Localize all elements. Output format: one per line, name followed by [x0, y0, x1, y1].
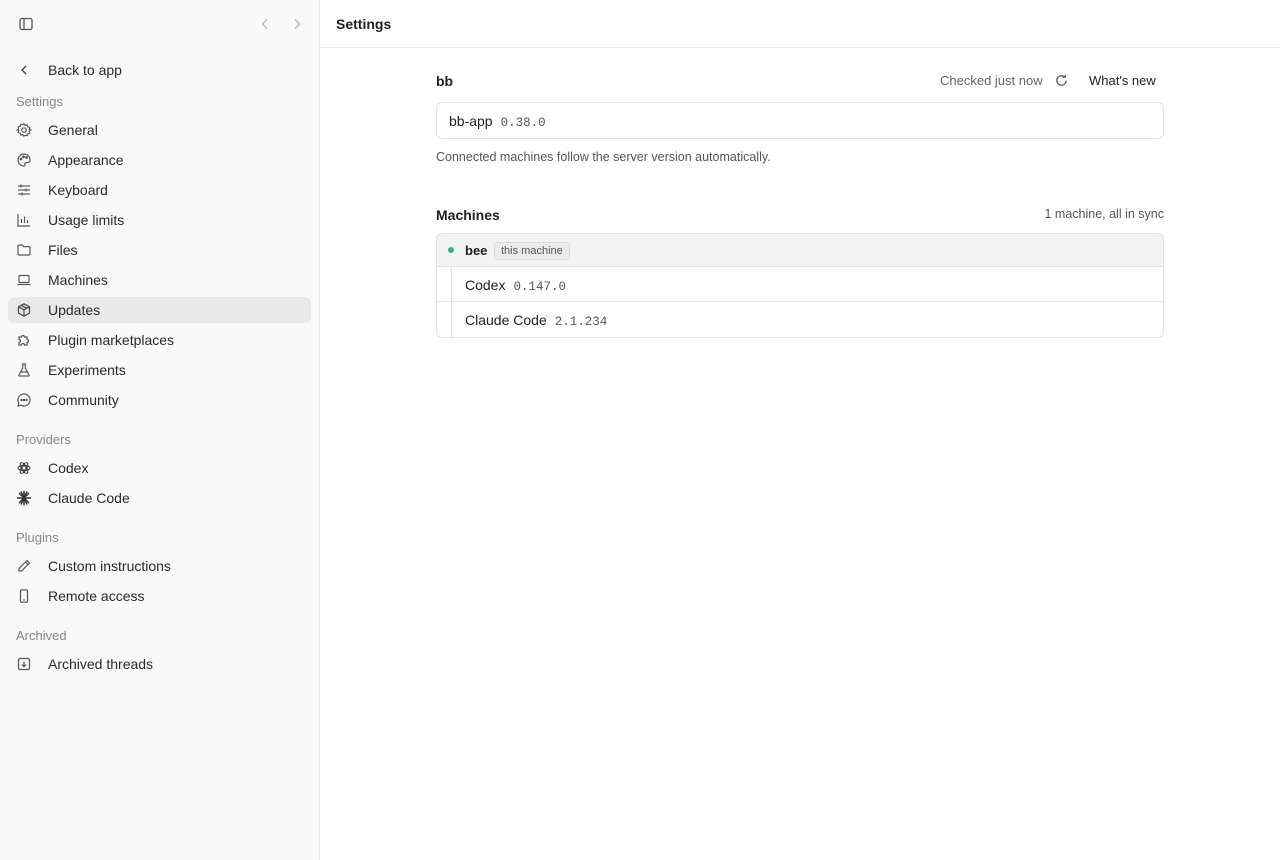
sidebar-item-label: Claude Code: [48, 490, 130, 506]
sidebar-item-label: Updates: [48, 302, 101, 318]
folder-icon: [16, 242, 32, 258]
openai-logo-icon: [16, 460, 32, 476]
palette-icon: [16, 152, 32, 168]
sliders-icon: [16, 182, 32, 198]
phone-icon: [16, 588, 32, 604]
chevron-left-icon: [16, 62, 32, 78]
main-header: Settings: [320, 0, 1280, 48]
update-status-text: Checked just now: [940, 73, 1043, 88]
tree-line: [451, 267, 452, 302]
back-to-app-link[interactable]: Back to app: [8, 57, 311, 83]
sidebar-item-label: Remote access: [48, 588, 145, 604]
sidebar-item-label: Keyboard: [48, 182, 108, 198]
bar-chart-icon: [16, 212, 32, 228]
sidebar-topbar: [0, 0, 319, 48]
sidebar: Back to app Settings General Appearance …: [0, 0, 320, 860]
sidebar-item-plugin-marketplaces[interactable]: Plugin marketplaces: [8, 327, 311, 353]
sidebar-item-codex[interactable]: Codex: [8, 455, 311, 481]
sidebar-item-label: Custom instructions: [48, 558, 171, 574]
tool-version: 2.1.234: [554, 315, 608, 329]
version-note: Connected machines follow the server ver…: [436, 150, 771, 164]
refresh-icon[interactable]: [1051, 70, 1071, 90]
sidebar-item-label: Machines: [48, 272, 108, 288]
sidebar-item-usage-limits[interactable]: Usage limits: [8, 207, 311, 233]
puzzle-icon: [16, 332, 32, 348]
sidebar-toggle-icon[interactable]: [16, 14, 36, 34]
sidebar-item-label: Plugin marketplaces: [48, 332, 175, 348]
tool-name: Claude Code: [465, 312, 547, 328]
tool-version: 0.147.0: [513, 280, 566, 294]
sidebar-item-label: Codex: [48, 460, 89, 476]
machine-row[interactable]: bee this machine: [437, 234, 1163, 267]
status-dot: [448, 247, 454, 253]
sidebar-item-label: Appearance: [48, 152, 124, 168]
sidebar-item-community[interactable]: Community: [8, 387, 311, 413]
sidebar-item-custom-instructions[interactable]: Custom instructions: [8, 553, 311, 579]
whats-new-button[interactable]: What's new: [1081, 67, 1164, 93]
flask-icon: [16, 362, 32, 378]
archive-icon: [16, 656, 32, 672]
gear-icon: [16, 122, 32, 138]
nav-back-icon[interactable]: [255, 14, 275, 34]
section-label-archived: Archived: [16, 628, 67, 643]
machines-section-title: Machines: [436, 207, 500, 223]
sidebar-item-files[interactable]: Files: [8, 237, 311, 263]
package-version: 0.38.0: [500, 116, 546, 130]
laptop-icon: [16, 272, 32, 288]
machines-summary: 1 machine, all in sync: [1044, 207, 1164, 221]
app-version-card: bb-app 0.38.0: [436, 102, 1164, 139]
tree-line: [451, 302, 452, 337]
pencil-icon: [16, 558, 32, 574]
tool-name: Codex: [465, 277, 506, 293]
package-icon: [16, 302, 32, 318]
section-label-settings: Settings: [16, 94, 63, 109]
sidebar-item-label: Usage limits: [48, 212, 125, 228]
section-label-plugins: Plugins: [16, 530, 59, 545]
app-section-title: bb: [436, 73, 454, 89]
machines-card: bee this machine Codex 0.147.0 Claude Co…: [436, 233, 1164, 338]
machine-name: bee: [465, 243, 488, 258]
sidebar-item-machines[interactable]: Machines: [8, 267, 311, 293]
sidebar-item-claude-code[interactable]: Claude Code: [8, 485, 311, 511]
sidebar-item-label: Community: [48, 392, 119, 408]
back-to-app-label: Back to app: [48, 62, 122, 78]
sidebar-item-archived-threads[interactable]: Archived threads: [8, 651, 311, 677]
tool-row: Codex 0.147.0: [437, 267, 1163, 302]
sidebar-item-label: Files: [48, 242, 78, 258]
sidebar-item-keyboard[interactable]: Keyboard: [8, 177, 311, 203]
sidebar-item-label: Experiments: [48, 362, 126, 378]
package-name: bb-app: [449, 113, 493, 129]
claude-starburst-icon: [16, 490, 32, 506]
tool-row: Claude Code 2.1.234: [437, 302, 1163, 337]
page-title: Settings: [336, 16, 392, 32]
sidebar-item-experiments[interactable]: Experiments: [8, 357, 311, 383]
sidebar-item-general[interactable]: General: [8, 117, 311, 143]
sidebar-item-remote-access[interactable]: Remote access: [8, 583, 311, 609]
nav-forward-icon[interactable]: [287, 14, 307, 34]
this-machine-badge: this machine: [494, 242, 570, 260]
sidebar-item-label: Archived threads: [48, 656, 154, 672]
sidebar-item-appearance[interactable]: Appearance: [8, 147, 311, 173]
chat-bubble-icon: [16, 392, 32, 408]
section-label-providers: Providers: [16, 432, 71, 447]
sidebar-item-label: General: [48, 122, 98, 138]
sidebar-item-updates[interactable]: Updates: [8, 297, 311, 323]
